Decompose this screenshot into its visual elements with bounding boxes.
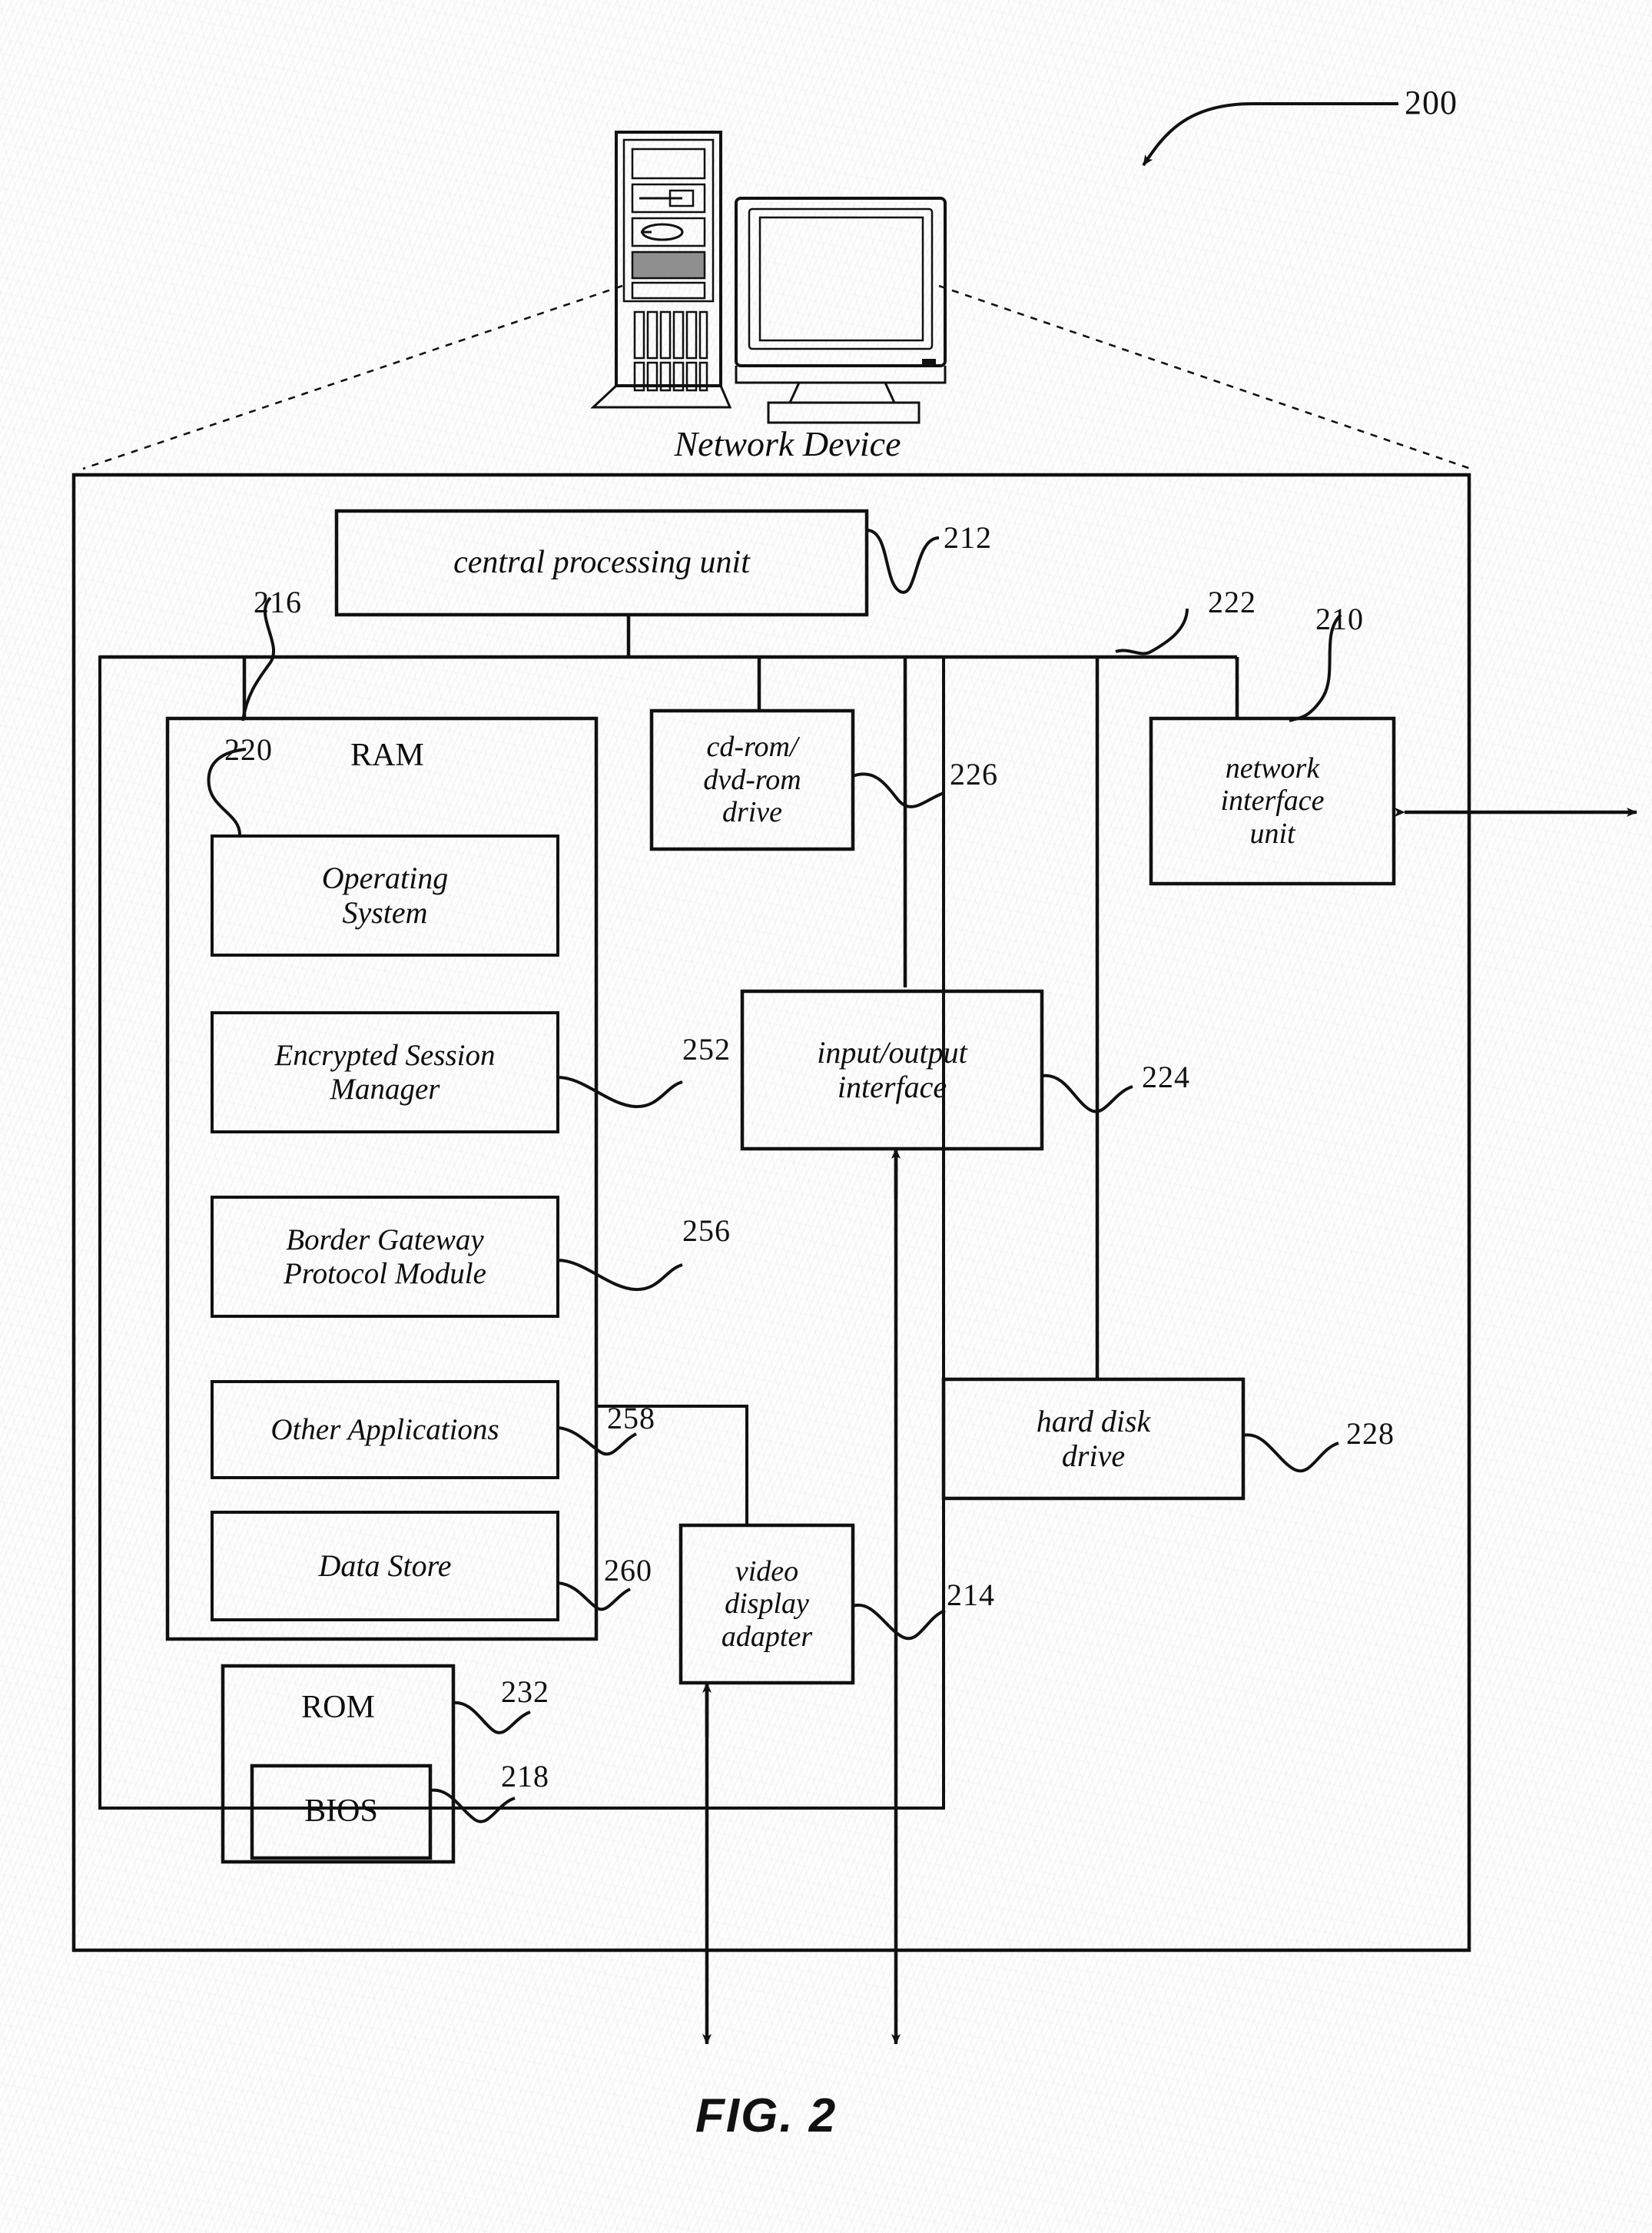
ref-256: 256 <box>682 1213 731 1248</box>
other-applications-label: Other Applications <box>270 1412 499 1446</box>
operating-system-label: Operating System <box>321 860 449 930</box>
io-interface-label: input/output interface <box>817 1034 967 1104</box>
cd-dvd-drive-label: cd-rom/ dvd-rom drive <box>703 731 801 829</box>
network-device-label: Network Device <box>674 424 901 464</box>
network-device-illustration <box>590 131 947 424</box>
ref-226: 226 <box>950 757 998 791</box>
ref-260: 260 <box>604 1553 652 1588</box>
figure-caption: FIG. 2 <box>695 2089 838 2142</box>
rom-label: ROM <box>301 1690 375 1726</box>
leader-200 <box>1142 102 1398 167</box>
ref-220: 220 <box>224 732 273 767</box>
ref-210: 210 <box>1315 602 1364 636</box>
ref-252: 252 <box>682 1032 731 1067</box>
data-store-label: Data Store <box>318 1548 452 1583</box>
ref-218: 218 <box>501 1759 549 1793</box>
ref-214: 214 <box>947 1578 995 1612</box>
bios-label: BIOS <box>304 1793 378 1830</box>
ref-224: 224 <box>1142 1060 1190 1094</box>
ref-258: 258 <box>607 1401 655 1435</box>
ref-228: 228 <box>1346 1416 1395 1451</box>
ref-212: 212 <box>944 520 992 555</box>
bgp-module-label: Border Gateway Protocol Module <box>284 1223 486 1290</box>
video-display-adapter-label: video display adapter <box>721 1554 813 1653</box>
ref-200: 200 <box>1405 84 1458 121</box>
ram-label: RAM <box>350 738 424 774</box>
encrypted-session-manager-label: Encrypted Session Manager <box>274 1038 496 1106</box>
network-interface-unit-label: network interface unit <box>1220 752 1325 850</box>
ref-222: 222 <box>1208 585 1256 619</box>
cpu-label: central processing unit <box>453 544 750 580</box>
patent-figure-page: Network Device central processing unit R… <box>0 0 1652 2233</box>
ref-216: 216 <box>254 585 302 619</box>
hard-disk-drive-label: hard disk drive <box>1036 1403 1151 1473</box>
ref-232: 232 <box>501 1674 549 1709</box>
